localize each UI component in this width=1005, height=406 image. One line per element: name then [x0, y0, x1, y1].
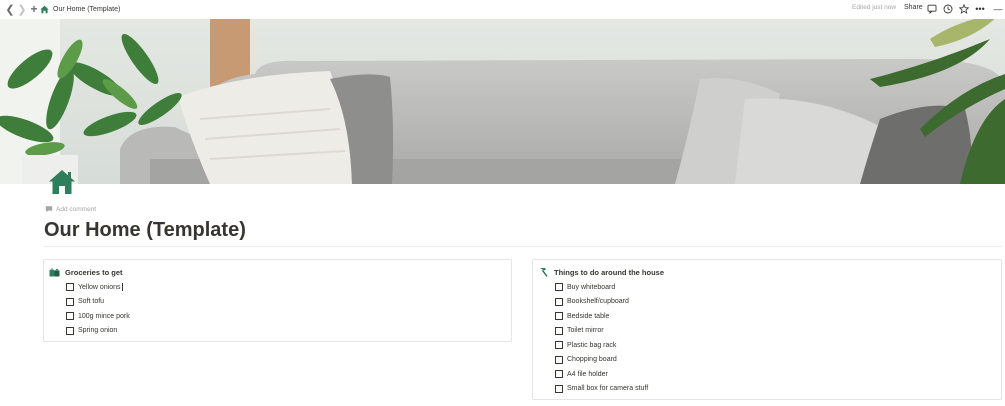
new-page-plus-icon[interactable]: +: [28, 2, 40, 16]
comments-icon[interactable]: [926, 3, 938, 15]
todo-label[interactable]: Toilet mirror: [567, 327, 604, 334]
history-clock-icon[interactable]: [942, 3, 954, 15]
collapse-dash-icon[interactable]: —: [992, 3, 1004, 15]
shopping-bags-icon: [49, 267, 60, 277]
todo-label[interactable]: Chopping board: [567, 356, 617, 363]
groceries-heading-text: Groceries to get: [65, 267, 123, 277]
divider: [44, 246, 1002, 247]
more-options-icon[interactable]: •••: [974, 3, 986, 15]
todo-label[interactable]: Plastic bag rack: [567, 342, 616, 349]
groceries-heading: Groceries to get: [49, 267, 123, 277]
todo-item: 100g mince pork: [66, 309, 130, 324]
todo-item: A4 file holder: [555, 367, 648, 382]
todo-label[interactable]: Spring onion: [78, 327, 117, 334]
todo-label[interactable]: Soft tofu: [78, 298, 104, 305]
comment-bubble-icon: [45, 206, 53, 213]
add-comment-button[interactable]: Add comment: [45, 205, 96, 213]
todo-label[interactable]: 100g mince pork: [78, 313, 130, 320]
todo-item: Bookshelf/cupboard: [555, 295, 648, 310]
breadcrumb-title: Our Home (Template): [53, 6, 121, 13]
todo-checkbox[interactable]: [555, 341, 563, 350]
todo-item: Spring onion: [66, 324, 130, 339]
top-bar: ❮ ❯ + Our Home (Template) Edited just no…: [0, 0, 1005, 19]
house-icon: [40, 5, 49, 14]
house-tasks-heading: Things to do around the house: [538, 267, 664, 277]
todo-label[interactable]: A4 file holder: [567, 371, 608, 378]
todo-label[interactable]: Bookshelf/cupboard: [567, 298, 629, 305]
todo-item: Chopping board: [555, 353, 648, 368]
house-todo-list: Buy whiteboard Bookshelf/cupboard Bedsid…: [555, 280, 648, 396]
house-tasks-heading-text: Things to do around the house: [554, 267, 664, 277]
hammer-icon: [538, 267, 549, 277]
todo-item: Plastic bag rack: [555, 338, 648, 353]
page-title[interactable]: Our Home (Template): [44, 219, 246, 242]
page-house-icon[interactable]: [48, 168, 76, 196]
todo-checkbox[interactable]: [555, 355, 563, 364]
todo-checkbox[interactable]: [66, 297, 74, 306]
todo-item: Toilet mirror: [555, 324, 648, 339]
groceries-callout: Groceries to get Yellow onions Soft tofu…: [43, 259, 512, 342]
todo-label[interactable]: Buy whiteboard: [567, 284, 615, 291]
breadcrumb[interactable]: Our Home (Template): [40, 3, 120, 16]
todo-item: Buy whiteboard: [555, 280, 648, 295]
todo-checkbox[interactable]: [66, 326, 74, 335]
todo-checkbox[interactable]: [555, 283, 563, 292]
todo-checkbox[interactable]: [555, 370, 563, 379]
todo-item: Yellow onions: [66, 280, 130, 295]
house-tasks-callout: Things to do around the house Buy whiteb…: [532, 259, 1002, 400]
favorite-star-icon[interactable]: [958, 3, 970, 15]
todo-item: Bedside table: [555, 309, 648, 324]
todo-checkbox[interactable]: [555, 312, 563, 321]
todo-checkbox[interactable]: [66, 283, 74, 292]
text-caret: [121, 283, 123, 292]
todo-checkbox[interactable]: [66, 312, 74, 321]
todo-checkbox[interactable]: [555, 297, 563, 306]
cover-image: [0, 19, 1005, 184]
add-comment-label: Add comment: [56, 205, 97, 213]
edited-status: Edited just now: [852, 4, 897, 11]
todo-label[interactable]: Bedside table: [567, 313, 609, 320]
living-room-photo: [0, 19, 1005, 184]
share-button[interactable]: Share: [904, 4, 923, 11]
forward-arrow-icon[interactable]: ❯: [16, 3, 28, 16]
todo-label[interactable]: Yellow onions: [78, 283, 123, 292]
todo-checkbox[interactable]: [555, 326, 563, 335]
back-arrow-icon[interactable]: ❮: [4, 3, 16, 16]
todo-label[interactable]: Small box for camera stuff: [567, 385, 648, 392]
todo-checkbox[interactable]: [555, 384, 563, 393]
todo-item: Soft tofu: [66, 295, 130, 310]
todo-item: Small box for camera stuff: [555, 382, 648, 397]
groceries-todo-list: Yellow onions Soft tofu 100g mince pork …: [66, 280, 130, 338]
